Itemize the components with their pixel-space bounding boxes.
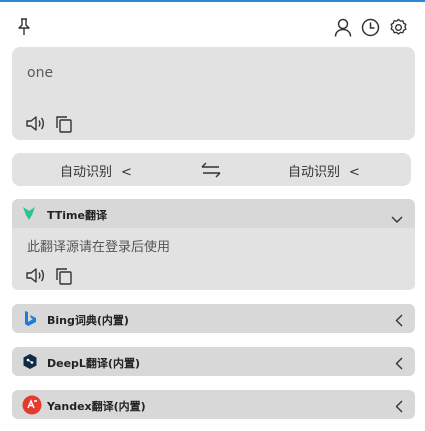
- pin-icon[interactable]: [16, 18, 32, 36]
- chevron-down-icon[interactable]: [391, 209, 403, 228]
- source-text-panel[interactable]: one: [12, 47, 415, 140]
- service-header-yandex[interactable]: Yandex翻译(内置): [12, 390, 415, 419]
- service-header-ttime[interactable]: TTime翻译: [12, 199, 415, 228]
- copy-icon[interactable]: [55, 267, 73, 285]
- service-header-deepl[interactable]: DeepL翻译(内置): [12, 347, 415, 376]
- source-language-label: 自动识别: [60, 165, 113, 180]
- history-icon[interactable]: [361, 18, 380, 37]
- target-language-label: 自动识别: [288, 165, 341, 180]
- chevron-left-icon: <: [349, 165, 360, 180]
- service-message: 此翻译源请在登录后使用: [27, 240, 171, 255]
- chevron-left-icon[interactable]: [395, 398, 403, 417]
- chevron-left-icon: <: [121, 165, 132, 180]
- source-language-select[interactable]: 自动识别 <: [60, 161, 132, 180]
- service-name: Bing词典(内置): [47, 314, 129, 327]
- user-icon[interactable]: [334, 18, 352, 37]
- yandex-logo: [22, 395, 42, 415]
- chevron-left-icon[interactable]: [395, 355, 403, 374]
- language-selector-bar: 自动识别 < 自动识别 <: [12, 153, 411, 186]
- service-name: DeepL翻译(内置): [47, 357, 140, 370]
- ttime-logo: [22, 205, 40, 223]
- bing-logo: [22, 310, 40, 328]
- deepl-logo: [22, 353, 40, 371]
- chevron-left-icon[interactable]: [395, 312, 403, 331]
- swap-icon[interactable]: [201, 162, 221, 178]
- source-text[interactable]: one: [27, 65, 53, 81]
- window-top-accent: [0, 0, 425, 2]
- service-result-ttime: 此翻译源请在登录后使用: [12, 228, 415, 290]
- target-language-select[interactable]: 自动识别 <: [288, 161, 360, 180]
- service-name: TTime翻译: [47, 209, 107, 222]
- speaker-icon[interactable]: [26, 267, 46, 284]
- service-name: Yandex翻译(内置): [47, 400, 146, 413]
- settings-icon[interactable]: [389, 18, 408, 37]
- copy-icon[interactable]: [55, 115, 73, 133]
- service-header-bing[interactable]: Bing词典(内置): [12, 304, 415, 333]
- speaker-icon[interactable]: [26, 115, 46, 132]
